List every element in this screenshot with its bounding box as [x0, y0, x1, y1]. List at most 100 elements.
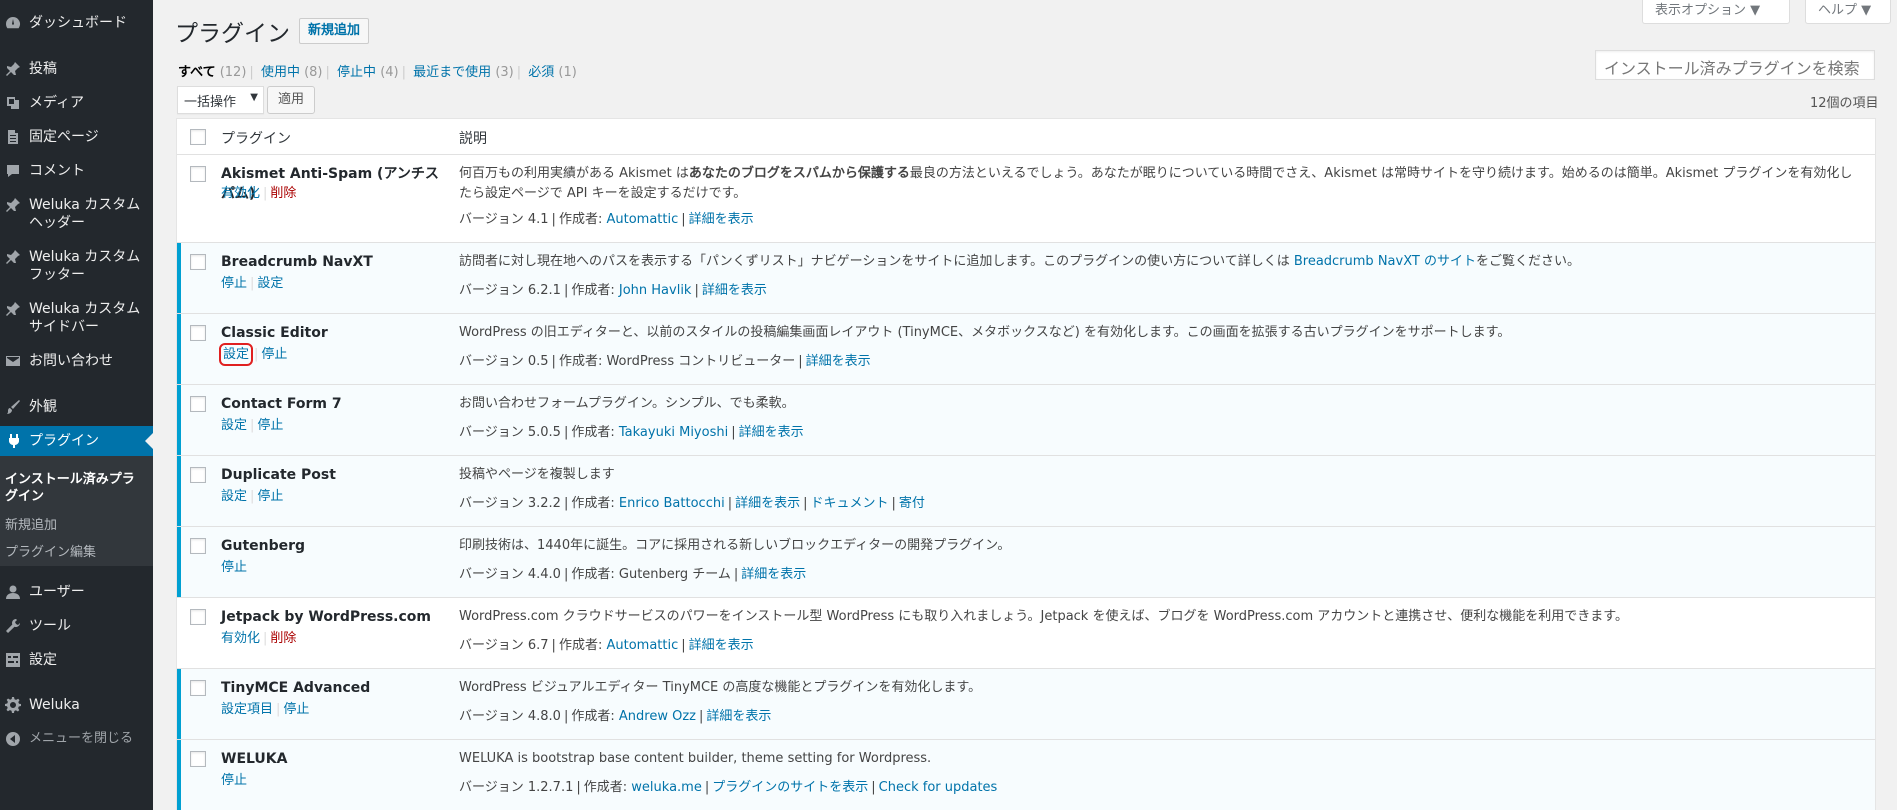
plugin-site-link[interactable]: プラグインのサイトを表示 [712, 780, 868, 795]
menu-weluka-sidebar[interactable]: Weluka カスタムサイドバー [0, 300, 153, 336]
submenu-add-new[interactable]: 新規追加 [5, 517, 145, 534]
select-all-checkbox[interactable] [190, 129, 206, 145]
settings-link[interactable]: 設定項目 [221, 702, 273, 717]
filter-inactive[interactable]: 停止中 [337, 65, 376, 80]
author-link[interactable]: weluka.me [631, 780, 702, 795]
documentation-link[interactable]: ドキュメント [811, 496, 889, 511]
row-checkbox[interactable] [190, 538, 206, 554]
delete-link[interactable]: 削除 [270, 186, 296, 201]
deactivate-link[interactable]: 停止 [221, 276, 247, 291]
menu-media[interactable]: メディア [0, 94, 153, 112]
admin-sidebar: ダッシュボード 投稿 メディア 固定ページ コメント Weluka カスタムヘッ… [0, 0, 153, 810]
settings-link[interactable]: 設定 [221, 418, 247, 433]
row-checkbox[interactable] [190, 325, 206, 341]
filter-recently-active[interactable]: 最近まで使用 [413, 65, 491, 80]
plugin-actions: 停止 | 設定 [221, 276, 284, 291]
delete-link[interactable]: 削除 [270, 631, 296, 646]
plugin-name: Classic Editor [221, 325, 328, 341]
plugin-table: プラグイン 説明 Akismet Anti-Spam (アンチスパム) 有効化 |… [176, 118, 1876, 810]
deactivate-link[interactable]: 停止 [261, 347, 287, 362]
deactivate-link[interactable]: 停止 [221, 560, 247, 575]
settings-link[interactable]: 設定 [221, 489, 247, 504]
deactivate-link[interactable]: 停止 [283, 702, 309, 717]
menu-plugins[interactable]: プラグイン [0, 426, 153, 456]
author-link[interactable]: Takayuki Miyoshi [619, 425, 728, 440]
view-details-link[interactable]: 詳細を表示 [739, 425, 804, 440]
screen-options-button[interactable]: 表示オプション ▼ [1642, 0, 1790, 24]
plugin-description: WordPress.com クラウドサービスのパワーをインストール型 WordP… [459, 609, 1628, 624]
main-content: 表示オプション ▼ ヘルプ ▼ プラグイン 新規追加 すべて (12) | 使用中… [153, 0, 1897, 810]
plugin-actions: 停止 [221, 771, 247, 791]
plugin-actions: 有効化 | 削除 [221, 186, 297, 201]
apply-button[interactable]: 適用 [267, 86, 315, 114]
page-title: プラグイン [175, 21, 290, 47]
menu-users[interactable]: ユーザー [0, 583, 153, 601]
view-details-link[interactable]: 詳細を表示 [735, 496, 800, 511]
author-link[interactable]: Automattic [606, 212, 678, 227]
wrench-icon [0, 617, 26, 635]
plugin-name: Contact Form 7 [221, 396, 342, 412]
author-link[interactable]: Enrico Battocchi [619, 496, 725, 511]
menu-weluka-footer[interactable]: Weluka カスタムフッター [0, 248, 153, 284]
collapse-menu-button[interactable]: メニューを閉じる [0, 730, 153, 748]
submenu-installed-plugins[interactable]: インストール済みプラグイン [5, 471, 145, 505]
menu-appearance[interactable]: 外観 [0, 398, 153, 416]
submenu-plugin-editor[interactable]: プラグイン編集 [5, 544, 145, 561]
status-filter-links: すべて (12) | 使用中 (8) | 停止中 (4) | 最近まで使用 (3) | … [178, 65, 577, 80]
plugin-name: Jetpack by WordPress.com [221, 609, 432, 625]
menu-contact[interactable]: お問い合わせ [0, 352, 153, 370]
view-details-link[interactable]: 詳細を表示 [689, 212, 754, 227]
menu-settings[interactable]: 設定 [0, 651, 153, 669]
settings-link[interactable]: 設定 [257, 276, 283, 291]
plugin-name: Duplicate Post [221, 467, 336, 483]
view-details-link[interactable]: 詳細を表示 [806, 354, 871, 369]
view-details-link[interactable]: 詳細を表示 [702, 283, 767, 298]
comment-icon [0, 162, 26, 180]
menu-weluka[interactable]: Weluka [0, 696, 153, 714]
help-button[interactable]: ヘルプ ▼ [1805, 0, 1891, 24]
plugin-meta: バージョン 4.8.0 | 作成者: Andrew Ozz | 詳細を表示 [459, 709, 772, 724]
pin-icon [0, 248, 26, 266]
menu-dashboard[interactable]: ダッシュボード [0, 14, 153, 32]
plugin-actions: 設定 | 停止 [221, 489, 284, 504]
activate-link[interactable]: 有効化 [221, 631, 260, 646]
gear-icon [0, 696, 26, 714]
row-checkbox[interactable] [190, 609, 206, 625]
plugin-site-link[interactable]: Breadcrumb NavXT のサイト [1294, 254, 1476, 269]
menu-posts[interactable]: 投稿 [0, 60, 153, 78]
plugin-row-jetpack: Jetpack by WordPress.com 有効化 | 削除 WordPres… [177, 598, 1875, 669]
deactivate-link[interactable]: 停止 [221, 773, 247, 788]
row-checkbox[interactable] [190, 166, 206, 182]
check-updates-link[interactable]: Check for updates [879, 780, 998, 795]
mail-icon [0, 352, 26, 370]
view-details-link[interactable]: 詳細を表示 [741, 567, 806, 582]
filter-all[interactable]: すべて [178, 65, 216, 80]
plugin-search-input[interactable]: インストール済みプラグインを検索 [1595, 50, 1875, 80]
brush-icon [0, 398, 26, 416]
view-details-link[interactable]: 詳細を表示 [689, 638, 754, 653]
row-checkbox[interactable] [190, 396, 206, 412]
author-link[interactable]: Automattic [606, 638, 678, 653]
row-checkbox[interactable] [190, 467, 206, 483]
plugin-description: 何百万もの利用実績がある Akismet はあなたのブログをスパムから保護する最… [459, 166, 1853, 201]
author-link[interactable]: John Havlik [619, 283, 692, 298]
activate-link[interactable]: 有効化 [221, 186, 260, 201]
donate-link[interactable]: 寄付 [899, 496, 925, 511]
filter-active[interactable]: 使用中 [261, 65, 300, 80]
row-checkbox[interactable] [190, 751, 206, 767]
menu-comments[interactable]: コメント [0, 162, 153, 180]
deactivate-link[interactable]: 停止 [257, 489, 283, 504]
add-new-button[interactable]: 新規追加 [299, 18, 370, 44]
row-checkbox[interactable] [190, 254, 206, 270]
plugin-name: WELUKA [221, 751, 288, 767]
deactivate-link[interactable]: 停止 [257, 418, 283, 433]
settings-link[interactable]: 設定 [218, 343, 254, 366]
view-details-link[interactable]: 詳細を表示 [706, 709, 771, 724]
menu-tools[interactable]: ツール [0, 617, 153, 635]
filter-must-use[interactable]: 必須 [528, 65, 554, 80]
row-checkbox[interactable] [190, 680, 206, 696]
bulk-action-select[interactable]: 一括操作 ▼ [177, 86, 264, 114]
menu-pages[interactable]: 固定ページ [0, 128, 153, 146]
author-link[interactable]: Andrew Ozz [619, 709, 696, 724]
menu-weluka-header[interactable]: Weluka カスタムヘッダー [0, 196, 153, 232]
